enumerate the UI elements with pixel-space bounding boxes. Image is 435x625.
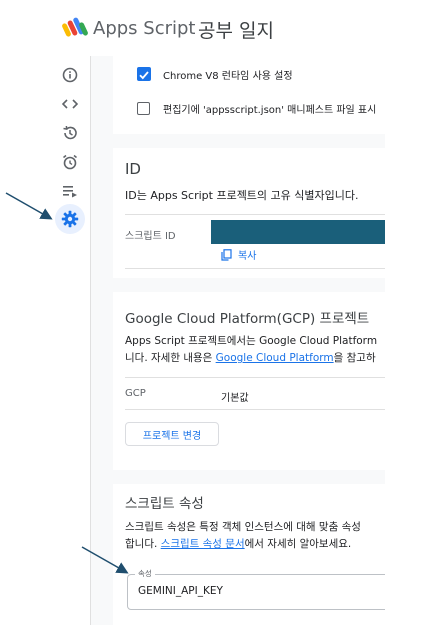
annotation-arrows — [5, 192, 129, 574]
arrow-to-settings — [5, 192, 53, 220]
arrow-to-property — [81, 546, 129, 574]
